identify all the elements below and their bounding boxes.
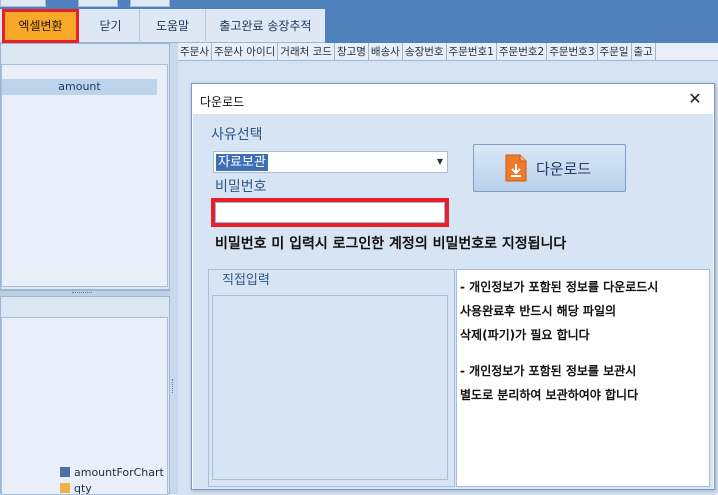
- field-list-panel: amount: [0, 43, 170, 290]
- grid-column-header-cell[interactable]: 주문번호2: [497, 43, 548, 60]
- download-button[interactable]: 다운로드: [473, 144, 626, 192]
- download-dialog: 다운로드 ✕ 사유선택 자료보관 ▼ 비밀번호 다운로드 비밀번호 미 입력시 …: [191, 83, 715, 490]
- close-button[interactable]: 닫기: [82, 9, 140, 43]
- reason-select[interactable]: 자료보관 ▼: [213, 151, 448, 173]
- grid-column-header-cell[interactable]: 배송사: [369, 43, 403, 60]
- download-button-label: 다운로드: [536, 160, 592, 178]
- grid-column-header-cell[interactable]: 주문사: [178, 43, 212, 60]
- chevron-down-icon[interactable]: ▼: [437, 157, 443, 166]
- password-notice: 비밀번호 미 입력시 로그인한 계정의 비밀번호로 지정됩니다: [215, 236, 567, 252]
- password-field[interactable]: [215, 202, 445, 223]
- legend-item: amountForChart: [60, 466, 164, 479]
- direct-input-field[interactable]: [212, 295, 448, 480]
- info-line: - 개인정보가 포함된 정보를 보관시: [460, 364, 637, 378]
- legend-label: amountForChart: [74, 466, 164, 479]
- chart-panel: amountForChart qty: [0, 296, 170, 495]
- top-stub: [78, 0, 118, 7]
- dialog-title: 다운로드: [200, 95, 245, 109]
- grid-column-header-cell[interactable]: 출고: [632, 43, 656, 60]
- password-label: 비밀번호: [215, 179, 267, 195]
- direct-input-label: 직접입력: [222, 273, 270, 288]
- legend-swatch: [60, 467, 70, 477]
- vertical-splitter[interactable]: [170, 43, 178, 494]
- top-stub: [0, 0, 46, 7]
- help-button[interactable]: 도움말: [140, 9, 206, 43]
- reason-label: 사유선택: [211, 127, 263, 143]
- excel-export-button[interactable]: 엑셀변환: [2, 9, 79, 43]
- legend-swatch: [60, 483, 70, 493]
- dialog-body: 사유선택 자료보관 ▼ 비밀번호 다운로드 비밀번호 미 입력시 로그인한 계정…: [193, 114, 713, 489]
- grid-column-header-cell[interactable]: 거래처 코드: [278, 43, 335, 60]
- grid-column-header-cell[interactable]: 주문일: [598, 43, 632, 60]
- reason-value: 자료보관: [216, 154, 268, 171]
- info-line: 삭제(파기)가 필요 합니다: [460, 328, 590, 342]
- grid-column-header-cell[interactable]: 주문사 아이디: [212, 43, 279, 60]
- shipment-tracking-button[interactable]: 출고완료 송장추적: [206, 9, 325, 43]
- grid-column-header-cell[interactable]: 송장번호: [403, 43, 447, 60]
- legend-label: qty: [74, 482, 92, 495]
- grid-column-header-cell[interactable]: 주문번호1: [447, 43, 497, 60]
- info-line: 사용완료후 반드시 해당 파일의: [460, 304, 617, 318]
- field-list: amount: [1, 64, 168, 287]
- chart-area: amountForChart qty: [1, 317, 168, 495]
- close-icon[interactable]: ✕: [682, 88, 708, 110]
- legend-item: qty: [60, 482, 92, 495]
- info-line: 별도로 분리하여 보관하여야 합니다: [460, 388, 639, 402]
- grid-column-header-cell[interactable]: 창고명: [335, 43, 369, 60]
- top-stub: [130, 0, 170, 7]
- download-file-icon: [505, 154, 527, 182]
- grid-column-header: 주문사 주문사 아이디 거래처 코드 창고명 배송사 송장번호 주문번호1 주문번호2 주문번호…: [178, 43, 718, 61]
- info-line: - 개인정보가 포함된 정보를 다운로드시: [460, 280, 659, 294]
- direct-input-group: 직접입력: [208, 269, 455, 487]
- field-item-amount[interactable]: amount: [2, 79, 157, 95]
- password-field-frame: [211, 198, 449, 227]
- privacy-info-box: - 개인정보가 포함된 정보를 다운로드시 사용완료후 반드시 해당 파일의 삭…: [456, 269, 710, 487]
- grid-column-header-cell[interactable]: 주문번호3: [547, 43, 598, 60]
